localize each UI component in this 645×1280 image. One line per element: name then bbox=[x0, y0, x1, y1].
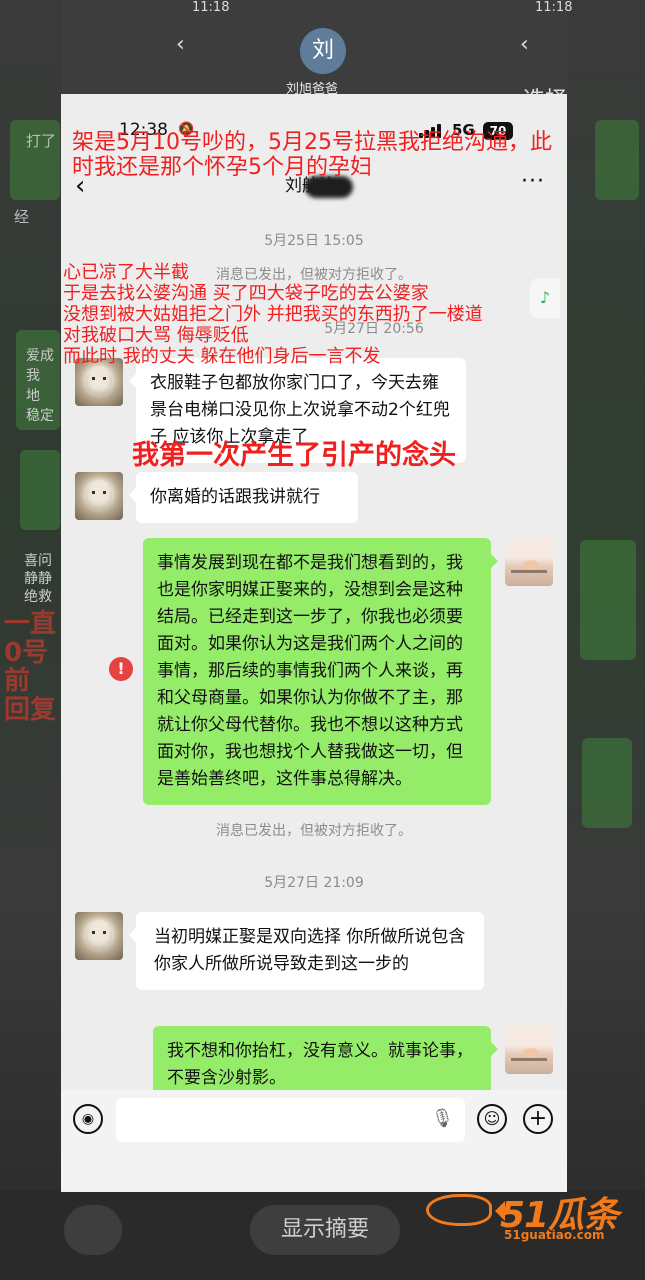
annotation-top: 架是5月10号吵的，5月25号拉黑我拒绝沟通，此时我还是那个怀孕5个月的孕妇 bbox=[72, 130, 552, 180]
background-avatar: 刘 bbox=[300, 28, 346, 74]
annotation-line: 心已凉了大半截 bbox=[63, 262, 189, 283]
background-bubble bbox=[20, 450, 60, 530]
self-avatar[interactable] bbox=[505, 1026, 553, 1074]
annotation-line: 没想到被大姑姐拒之门外 并把我买的东西扔了一楼道 bbox=[63, 304, 483, 325]
background-text-fragment: 打了 bbox=[26, 132, 57, 150]
background-bubble bbox=[582, 738, 632, 828]
background-red-fragment: 一直 0号 前 回复 bbox=[4, 609, 57, 725]
background-text-fragment: 经 bbox=[14, 208, 30, 226]
contact-avatar[interactable] bbox=[75, 472, 123, 520]
message-bubble-left[interactable]: 当初明媒正娶是双向选择 你所做所说包含你家人所做所说导致走到这一步的 bbox=[129, 912, 484, 990]
send-failed-icon[interactable]: ! bbox=[109, 657, 133, 681]
system-notice: 消息已发出，但被对方拒收了。 bbox=[216, 823, 412, 839]
background-status-time: 11:18 bbox=[192, 0, 230, 15]
background-text-fragment: 喜问 静静 绝救 bbox=[24, 553, 52, 605]
background-summary-button: 显示摘要 bbox=[250, 1205, 400, 1255]
contact-avatar[interactable] bbox=[75, 912, 123, 960]
floating-music-icon[interactable]: ♪ bbox=[530, 278, 560, 318]
message-input[interactable] bbox=[116, 1098, 465, 1142]
background-back-icon: ‹ bbox=[176, 32, 185, 57]
annotation-bold: 我第一次产生了引产的念头 bbox=[132, 440, 456, 471]
message-bubble-left[interactable]: 你离婚的话跟我讲就行 bbox=[129, 472, 358, 523]
background-status-time: 11:18 bbox=[535, 0, 573, 15]
microphone-icon[interactable]: 🎙 bbox=[431, 1108, 454, 1129]
watermark-url: 51guatiao.com bbox=[504, 1228, 605, 1242]
background-back-icon: ‹ bbox=[520, 32, 529, 57]
plus-icon[interactable]: + bbox=[523, 1104, 553, 1134]
annotation-line: 于是去找公婆沟通 买了四大袋子吃的去公婆家 bbox=[63, 283, 429, 304]
timestamp: 5月25日 15:05 bbox=[264, 233, 364, 249]
chat-input-bar: ◉ 🎙 ☺ + bbox=[61, 1090, 567, 1192]
timestamp: 5月27日 21:09 bbox=[264, 875, 364, 891]
annotation-line: 对我破口大骂 侮辱贬低 bbox=[63, 325, 249, 346]
background-text-fragment: 爱成 我 地 稳定 bbox=[26, 348, 54, 424]
self-avatar[interactable] bbox=[505, 538, 553, 586]
emoji-icon[interactable]: ☺ bbox=[477, 1104, 507, 1134]
watermark-logo: 51瓜条 51guatiao.com bbox=[426, 1186, 626, 1246]
background-bubble bbox=[580, 540, 636, 660]
message-bubble-right[interactable]: 事情发展到现在都不是我们想看到的，我也是你家明媒正娶来的，没想到会是这种结局。已… bbox=[143, 538, 498, 805]
annotation-line: 而此时 我的丈夫 躲在他们身后一言不发 bbox=[63, 346, 381, 367]
background-bubble bbox=[595, 120, 639, 200]
voice-input-icon[interactable]: ◉ bbox=[73, 1104, 103, 1134]
background-menu-button bbox=[64, 1205, 122, 1255]
fish-logo-icon bbox=[426, 1194, 505, 1226]
chat-screenshot: 12:38 🔕 5G 70 ‹ 刘航汶 ··· 5月25日 15:05 消息已发… bbox=[61, 94, 567, 1192]
